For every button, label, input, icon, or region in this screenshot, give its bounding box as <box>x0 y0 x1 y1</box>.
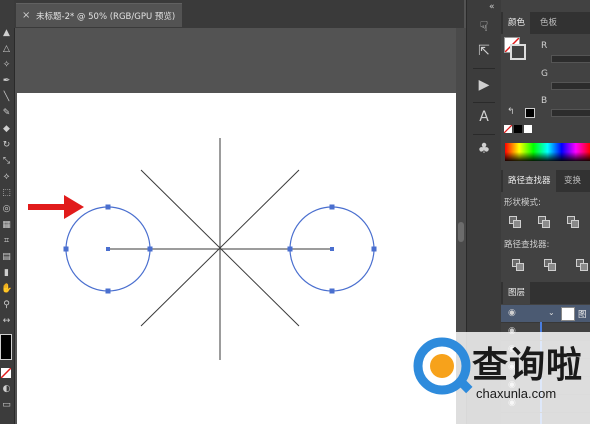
draw-mode-icon[interactable]: ◐ <box>1 384 12 395</box>
b-slider[interactable] <box>551 109 590 117</box>
visibility-eye-icon[interactable]: ◉ <box>508 308 516 318</box>
black-swatch[interactable] <box>525 108 535 118</box>
tab-transform[interactable]: 变换 <box>559 170 586 192</box>
artwork <box>63 138 377 360</box>
gradient-tool-icon[interactable]: ▤ <box>1 252 12 263</box>
scrollbar-thumb[interactable] <box>458 222 464 242</box>
zoom-tool-icon[interactable]: ⚲ <box>1 300 12 311</box>
layer-row[interactable]: ◉ ⌄ 图 <box>501 305 590 323</box>
black-color-swatch[interactable] <box>514 125 522 133</box>
watermark: 查询啦 chaxunla.com <box>406 332 590 424</box>
layers-panel-tabs: 图层 <box>501 282 590 304</box>
anchor-point <box>329 204 335 210</box>
character-panel-icon[interactable]: A <box>475 108 493 126</box>
center-point <box>330 247 334 251</box>
tab-swatches[interactable]: 色板 <box>535 12 562 34</box>
width-tool-icon[interactable]: ⟡ <box>1 172 12 183</box>
stroke-color-swatch[interactable] <box>510 44 526 60</box>
collapse-icon[interactable]: « <box>489 2 495 12</box>
document-title: 未标题-2* @ 50% (RGB/GPU 预览) <box>36 12 176 22</box>
watermark-title: 查询啦 <box>472 345 584 386</box>
tab-pathfinder[interactable]: 路径查找器 <box>503 170 556 192</box>
divide-button[interactable] <box>511 258 524 271</box>
anchor-point <box>329 288 335 294</box>
shape-builder-tool-icon[interactable]: ◎ <box>1 204 12 215</box>
export-icon[interactable]: ⇱ <box>475 42 493 60</box>
brush-tool-icon[interactable]: ✎ <box>1 108 12 119</box>
annotation-arrow-icon <box>28 195 84 219</box>
pen-tool-icon[interactable]: ✒ <box>1 76 12 87</box>
symbols-panel-icon[interactable]: ♣ <box>475 140 493 158</box>
direct-selection-tool-icon[interactable]: △ <box>1 44 12 55</box>
perspective-grid-tool-icon[interactable]: ▦ <box>1 220 12 231</box>
fill-swatch[interactable] <box>0 334 12 360</box>
eraser-tool-icon[interactable]: ◆ <box>1 124 12 135</box>
puppet-warp-icon[interactable]: ☟ <box>475 18 493 36</box>
pathfinder-panel-tabs: 路径查找器 变换 <box>501 170 590 192</box>
b-channel-label: B <box>541 96 548 106</box>
column-graph-tool-icon[interactable]: ▮ <box>1 268 12 279</box>
watermark-logo-icon <box>413 337 473 395</box>
scale-tool-icon[interactable]: ⤡ <box>1 156 12 167</box>
g-channel-label: G <box>541 69 548 79</box>
anchor-point <box>63 246 69 252</box>
intersect-button[interactable] <box>566 215 579 228</box>
free-transform-tool-icon[interactable]: ⬚ <box>1 188 12 199</box>
merge-button[interactable] <box>575 258 588 271</box>
hand-tool-icon[interactable]: ✋ <box>1 284 12 295</box>
out-of-gamut-icon[interactable]: ↰ <box>507 107 515 117</box>
r-slider[interactable] <box>551 55 590 63</box>
actions-play-icon[interactable]: ▶ <box>475 76 493 94</box>
g-slider[interactable] <box>551 82 590 90</box>
tools-panel: ▲ △ ✧ ✒ ╲ ✎ ◆ ↻ ⤡ ⟡ ⬚ ◎ ▦ ⌗ ▤ ▮ ✋ ⚲ ↔ ◐ … <box>0 0 15 424</box>
pathfinders-label: 路径查找器: <box>504 240 550 250</box>
center-point <box>106 247 110 251</box>
color-spectrum[interactable] <box>505 143 590 161</box>
screen-mode-icon[interactable]: ▭ <box>1 400 12 411</box>
rotate-tool-icon[interactable]: ↻ <box>1 140 12 151</box>
tab-layers[interactable]: 图层 <box>503 282 531 304</box>
close-tab-icon[interactable]: × <box>22 10 30 21</box>
anchor-point <box>287 246 293 252</box>
watermark-url: chaxunla.com <box>476 386 557 401</box>
tab-color[interactable]: 颜色 <box>503 12 531 34</box>
anchor-point <box>105 204 111 210</box>
document-tab[interactable]: × 未标题-2* @ 50% (RGB/GPU 预览) <box>16 3 182 27</box>
expand-chevron-icon[interactable]: ⌄ <box>548 308 555 317</box>
minus-front-button[interactable] <box>537 215 550 228</box>
layer-name: 图 <box>578 310 587 320</box>
mesh-tool-icon[interactable]: ⌗ <box>1 236 12 247</box>
anchor-point <box>105 288 111 294</box>
selection-tool-icon[interactable]: ▲ <box>1 28 12 39</box>
none-color-icon[interactable] <box>0 367 12 379</box>
trim-button[interactable] <box>543 258 556 271</box>
unite-button[interactable] <box>508 215 521 228</box>
line-tool-icon[interactable]: ╲ <box>1 92 12 103</box>
anchor-point <box>371 246 377 252</box>
color-panel-tabs: 颜色 色板 <box>501 12 590 34</box>
magic-wand-tool-icon[interactable]: ✧ <box>1 60 12 71</box>
none-swatch[interactable] <box>503 124 513 134</box>
white-color-swatch[interactable] <box>524 125 532 133</box>
r-channel-label: R <box>541 41 548 51</box>
shape-modes-label: 形状模式: <box>504 198 541 208</box>
anchor-point <box>147 246 153 252</box>
swap-colors-icon[interactable]: ↔ <box>1 316 12 327</box>
layer-thumbnail <box>561 307 575 321</box>
